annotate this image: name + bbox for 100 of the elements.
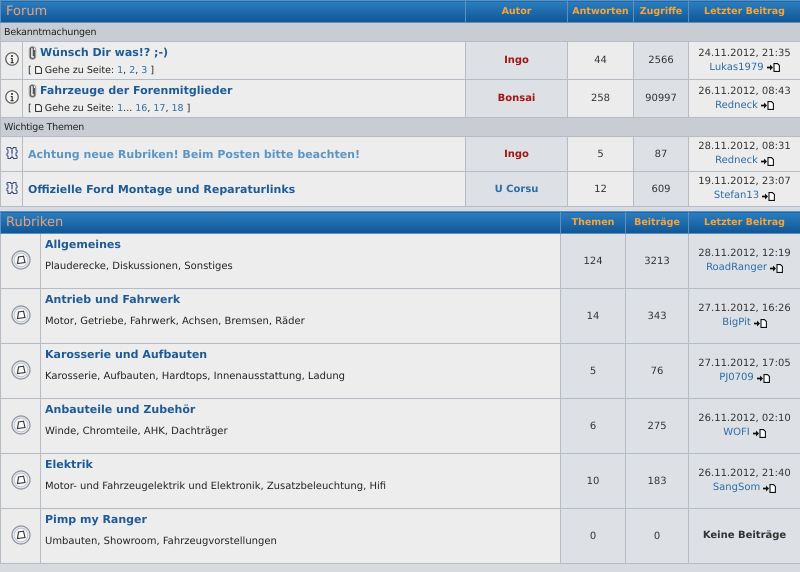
bracket: [ [28, 102, 32, 114]
last-post-date: 27.11.2012, 17:05 [697, 357, 792, 371]
user-link[interactable]: BigPit [722, 316, 751, 330]
bracket: [ [28, 64, 32, 76]
category-link[interactable]: Antrieb und Fahrwerk [45, 293, 556, 306]
column-header: Zugriffe [640, 6, 682, 17]
post-count: 183 [647, 476, 667, 486]
page-link[interactable]: 2 [129, 64, 136, 76]
no-posts-text: Keine Beiträge [702, 530, 786, 541]
alert-puzzle-icon [4, 180, 18, 194]
column-header: Autor [502, 6, 532, 17]
last-post-date: 28.11.2012, 08:31 [697, 140, 792, 154]
category-link[interactable]: Pimp my Ranger [45, 513, 556, 526]
user-link[interactable]: PJ0709 [719, 371, 754, 385]
author-link[interactable]: Ingo [504, 55, 529, 66]
column-header: Beiträge [634, 217, 680, 228]
category-description: Karosserie, Aufbauten, Hardtops, Innenausstattung, Ladung [45, 371, 345, 382]
page-link[interactable]: 1 [117, 102, 124, 114]
user-link[interactable]: Lukas1979 [709, 60, 764, 74]
table-title: Rubriken [6, 215, 64, 230]
reply-count: 44 [594, 55, 607, 66]
topic-count: 6 [590, 420, 596, 432]
post-count: 343 [647, 310, 667, 322]
category-link[interactable]: Anbauteile und Zubehör [45, 403, 556, 416]
page-link[interactable]: 3 [141, 64, 148, 76]
topic-count: 14 [586, 310, 600, 322]
page-icon [34, 104, 42, 112]
topic-count: 5 [590, 366, 596, 376]
page-link[interactable]: 18 [171, 102, 184, 114]
go-to-post-icon[interactable] [770, 264, 783, 272]
category-description: Umbauten, Showroom, Fahrzeugvorstellungen [45, 536, 277, 547]
reply-count: 258 [590, 93, 610, 104]
forum-page-icon [10, 414, 30, 434]
table-title: Forum [6, 4, 48, 19]
separator: , [123, 64, 126, 76]
section-heading: Bekanntmachungen [4, 26, 96, 38]
author-link[interactable]: Bonsai [498, 93, 536, 104]
column-header: Antworten [572, 6, 629, 17]
bracket: ] [150, 64, 154, 76]
author-link[interactable]: U Corsu [494, 184, 538, 194]
category-link[interactable]: Elektrik [45, 458, 556, 471]
column-header: Letzter Beitrag [704, 217, 785, 228]
separator: , [147, 102, 150, 114]
user-link[interactable]: WOFI [723, 426, 750, 440]
post-count: 76 [650, 366, 664, 376]
user-link[interactable]: Redneck [715, 154, 758, 168]
view-count: 2566 [648, 55, 674, 66]
post-count: 275 [647, 420, 667, 432]
view-count: 87 [654, 148, 668, 160]
category-link[interactable]: Karosserie und Aufbauten [45, 348, 556, 361]
topic-count: 0 [590, 530, 596, 542]
last-post-date: 26.11.2012, 02:10 [697, 412, 792, 426]
user-link[interactable]: SangSom [712, 481, 760, 495]
go-to-post-icon[interactable] [756, 374, 770, 382]
view-count: 90997 [645, 93, 677, 104]
go-to-post-icon[interactable] [760, 101, 774, 110]
page-link[interactable]: 17 [153, 102, 166, 114]
page-link[interactable]: 1 [117, 64, 124, 76]
post-count: 3213 [644, 256, 670, 266]
alert-puzzle-icon [4, 146, 18, 160]
last-post-date: 26.11.2012, 08:43 [697, 84, 792, 98]
column-header: Letzter Beitrag [704, 6, 785, 17]
topic-link[interactable]: Wünsch Dir was!? ;-) [40, 46, 168, 59]
section-heading: Wichtige Themen [4, 122, 84, 132]
reply-count: 12 [594, 184, 607, 194]
last-post-date: 19.11.2012, 23:07 [697, 175, 792, 189]
go-to-post-icon[interactable] [766, 63, 780, 72]
go-to-post-icon[interactable] [760, 156, 774, 166]
last-post-date: 28.11.2012, 12:19 [697, 247, 792, 261]
topic-link[interactable]: Fahrzeuge der Forenmitglieder [40, 84, 232, 97]
separator: , [165, 102, 168, 114]
last-post-date: 27.11.2012, 16:26 [697, 302, 792, 316]
forum-page-icon [10, 250, 30, 270]
reply-count: 5 [597, 148, 604, 160]
forum-page-icon [10, 360, 30, 380]
go-to-post-icon[interactable] [754, 318, 767, 328]
user-link[interactable]: Stefan13 [714, 189, 760, 203]
go-to-post-icon[interactable] [752, 428, 766, 438]
category-description: Motor- und Fahrzeugelektrik und Elektronik, Zusatzbeleuchtung, Hifi [45, 481, 386, 492]
last-post-date: 26.11.2012, 21:40 [697, 467, 792, 481]
go-to-post-icon[interactable] [762, 192, 776, 200]
forum-page-icon [10, 524, 30, 544]
topic-count: 124 [583, 256, 603, 266]
page-link[interactable]: 16 [135, 102, 148, 114]
column-header: Themen [572, 217, 614, 228]
forum-page-icon [10, 304, 30, 324]
author-link[interactable]: Ingo [504, 148, 529, 160]
separator: , [135, 64, 138, 76]
user-link[interactable]: Redneck [715, 98, 758, 112]
go-to-post-icon[interactable] [763, 484, 776, 492]
forum-page-icon [10, 470, 30, 490]
post-count: 0 [654, 530, 660, 542]
bracket: ] [186, 102, 190, 114]
topic-count: 10 [586, 476, 600, 486]
category-link[interactable]: Allgemeines [45, 238, 556, 251]
separator: ... [123, 102, 132, 114]
page-icon [34, 66, 42, 74]
user-link[interactable]: RoadRanger [706, 261, 767, 275]
pagination-label: Gehe zu Seite: [44, 64, 114, 76]
info-icon [4, 52, 18, 66]
